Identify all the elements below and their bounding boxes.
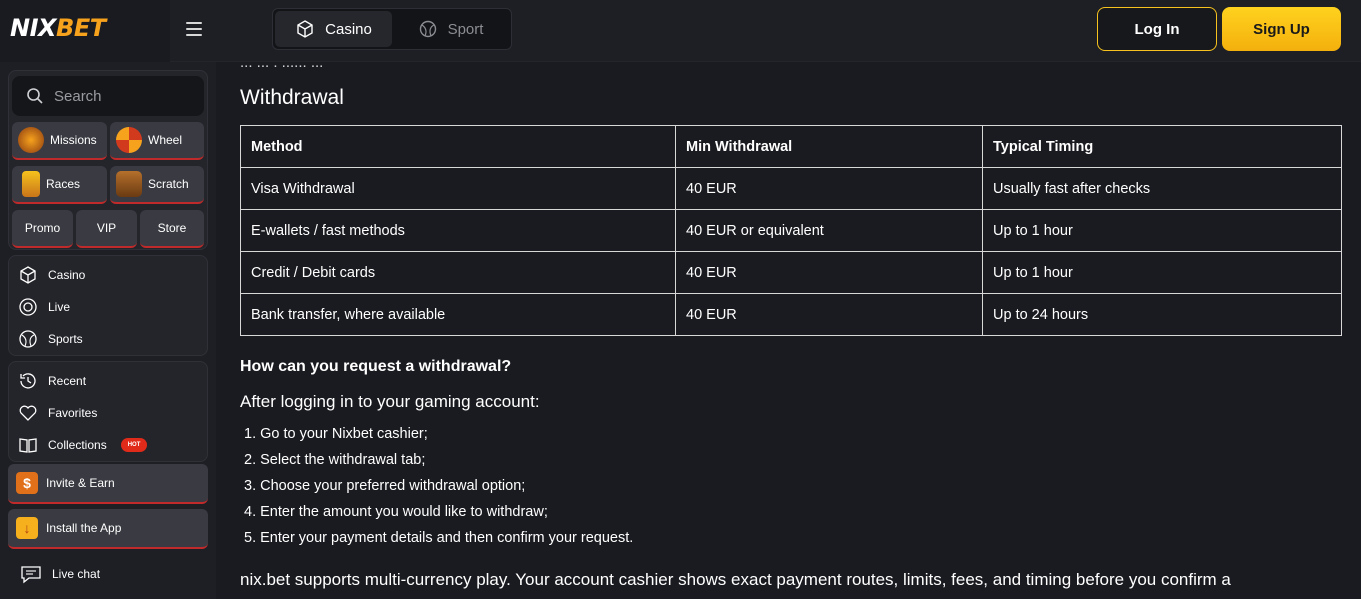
logo-text-bet: BET: [56, 14, 106, 42]
table-header-row: Method Min Withdrawal Typical Timing: [240, 125, 1342, 168]
steps-list: 1. Go to your Nixbet cashier; 2. Select …: [240, 424, 633, 554]
heart-icon: [19, 405, 37, 421]
login-button[interactable]: Log In: [1097, 7, 1217, 51]
cut-off-text: ... ... . ...... ...: [240, 62, 324, 71]
list-item: 2. Select the withdrawal tab;: [244, 452, 426, 468]
intro-paragraph: After logging in to your gaming account:: [240, 392, 540, 411]
list-item: 4. Enter the amount you would like to wi…: [244, 504, 548, 520]
withdrawal-table: Method Min Withdrawal Typical Timing Vis…: [240, 125, 1342, 336]
tile-vip[interactable]: VIP: [76, 210, 137, 248]
sports-icon: [19, 330, 37, 348]
tile-label: Scratch: [148, 177, 189, 191]
table-cell: E-wallets / fast methods: [240, 209, 676, 252]
search-icon: [27, 88, 43, 104]
dollar-icon: $: [16, 472, 38, 494]
table-row: Visa Withdrawal 40 EUR Usually fast afte…: [240, 167, 1342, 210]
missions-icon: [18, 127, 44, 153]
tile-label: Missions: [50, 133, 97, 147]
logo-text-nix: NIX: [10, 14, 57, 42]
hot-badge: HOT: [120, 438, 148, 452]
table-cell: 40 EUR or equivalent: [675, 209, 983, 252]
table-cell: Up to 24 hours: [982, 293, 1342, 336]
search-placeholder: Search: [54, 87, 102, 105]
install-app-button[interactable]: ↓ Install the App: [8, 509, 208, 549]
main-content: ... ... . ...... ... Withdrawal Method M…: [216, 62, 1361, 599]
sidebar-item-label: Favorites: [48, 406, 98, 420]
wheel-icon: [116, 127, 142, 153]
logo-area: NIXBET: [0, 0, 170, 62]
tile-label: Wheel: [148, 133, 183, 147]
logo[interactable]: NIXBET: [10, 14, 106, 42]
tile-store[interactable]: Store: [140, 210, 204, 248]
table-row: Credit / Debit cards 40 EUR Up to 1 hour: [240, 251, 1342, 294]
faq-question: How can you request a withdrawal?: [240, 358, 512, 375]
product-tabs: Casino Sport: [272, 8, 512, 50]
tab-sport-label: Sport: [447, 20, 484, 38]
table-cell: 40 EUR: [675, 251, 983, 294]
invite-earn-label: Invite & Earn: [46, 476, 115, 490]
section-title: Withdrawal: [240, 86, 344, 109]
table-cell: Up to 1 hour: [982, 251, 1342, 294]
sidebar-item-label: Recent: [48, 374, 87, 388]
sport-icon: [419, 20, 436, 38]
live-chat-label: Live chat: [52, 567, 101, 581]
table-header-cell: Method: [240, 125, 676, 168]
live-icon: [19, 298, 37, 316]
table-cell: Up to 1 hour: [982, 209, 1342, 252]
table-cell: 40 EUR: [675, 167, 983, 210]
recent-icon: [20, 373, 36, 389]
sidebar-item-label: Collections: [48, 438, 107, 452]
invite-earn-button[interactable]: $ Invite & Earn: [8, 464, 208, 504]
list-item: 1. Go to your Nixbet cashier;: [244, 426, 428, 442]
table-cell: Credit / Debit cards: [240, 251, 676, 294]
tile-missions[interactable]: Missions: [12, 122, 107, 160]
tab-sport[interactable]: Sport: [392, 11, 509, 47]
casino-icon: [297, 20, 313, 38]
table-row: E-wallets / fast methods 40 EUR or equiv…: [240, 209, 1342, 252]
table-cell: Bank transfer, where available: [240, 293, 676, 336]
sidebar-item-label: Casino: [48, 268, 86, 282]
tile-scratch[interactable]: Scratch: [110, 166, 204, 204]
table-header-cell: Min Withdrawal: [675, 125, 983, 168]
tile-label: Races: [46, 177, 81, 191]
chat-icon: [21, 566, 41, 584]
casino-icon: [20, 266, 36, 284]
sidebar-item-casino[interactable]: Casino: [18, 264, 85, 286]
sidebar-item-sports[interactable]: Sports: [18, 328, 83, 350]
tab-casino[interactable]: Casino: [275, 11, 392, 47]
sidebar: Search Missions Wheel Races Scratch Prom…: [0, 62, 216, 599]
scratch-icon: [116, 171, 142, 197]
table-row: Bank transfer, where available 40 EUR Up…: [240, 293, 1342, 336]
tile-wheel[interactable]: Wheel: [110, 122, 204, 160]
sidebar-item-live[interactable]: Live: [18, 296, 70, 318]
search-input[interactable]: Search: [12, 76, 204, 116]
table-cell: 40 EUR: [675, 293, 983, 336]
signup-button[interactable]: Sign Up: [1222, 7, 1341, 51]
install-app-label: Install the App: [46, 521, 122, 535]
download-icon: ↓: [16, 517, 38, 539]
table-cell: Usually fast after checks: [982, 167, 1342, 210]
list-item: 3. Choose your preferred withdrawal opti…: [244, 478, 526, 494]
live-chat-button[interactable]: Live chat: [20, 564, 100, 584]
list-item: 5. Enter your payment details and then c…: [244, 530, 634, 546]
table-cell: Visa Withdrawal: [240, 167, 676, 210]
sidebar-item-label: Sports: [48, 332, 83, 346]
footer-paragraph: nix.bet supports multi-currency play. Yo…: [240, 570, 1231, 589]
sidebar-item-collections[interactable]: Collections HOT: [18, 434, 148, 456]
table-header-cell: Typical Timing: [982, 125, 1342, 168]
sidebar-item-recent[interactable]: Recent: [18, 370, 86, 392]
sidebar-item-label: Live: [48, 300, 71, 314]
sidebar-item-favorites[interactable]: Favorites: [18, 402, 97, 424]
tile-promo[interactable]: Promo: [12, 210, 73, 248]
top-header: NIXBET Casino Sport Log In Sign Up: [0, 0, 1361, 62]
book-icon: [19, 438, 37, 453]
tab-casino-label: Casino: [325, 20, 372, 38]
races-icon: [22, 171, 40, 197]
hamburger-menu-icon[interactable]: [180, 18, 208, 42]
tile-races[interactable]: Races: [12, 166, 107, 204]
